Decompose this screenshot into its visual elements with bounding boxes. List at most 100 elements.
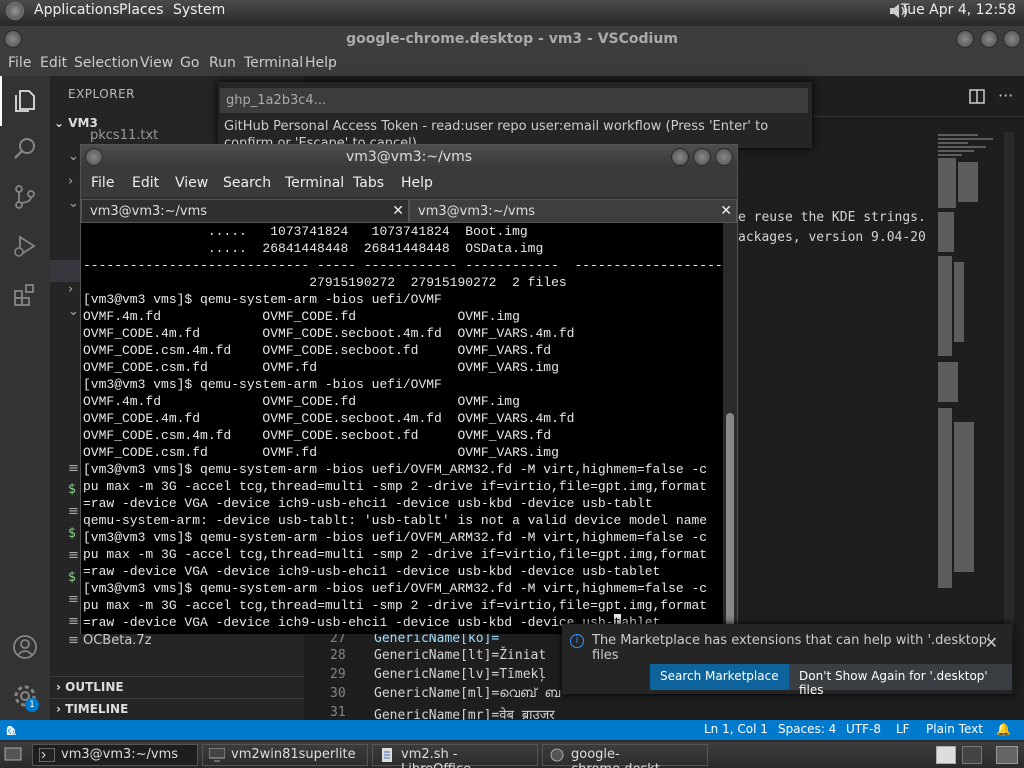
split-editor-icon[interactable] <box>968 88 988 106</box>
maximize-button[interactable] <box>980 30 998 48</box>
notifications-bell-icon[interactable]: 🔔 <box>996 722 1011 736</box>
more-actions-icon[interactable]: ··· <box>998 86 1013 105</box>
term-menu-terminal[interactable]: Terminal <box>285 175 344 191</box>
terminal-menubar: File Edit View Search Terminal Tabs Help <box>81 169 737 197</box>
code-line: GenericName[lv]=Tīmekļ <box>374 667 547 682</box>
search-icon[interactable] <box>12 136 38 162</box>
close-button[interactable] <box>715 148 733 166</box>
chevron-down-icon[interactable]: ⌄ <box>68 149 79 164</box>
applications-menu[interactable]: Applications <box>34 2 120 18</box>
terminal-line: ..... 1073741824 1073741824 Boot.img <box>83 224 528 239</box>
chevron-right-icon[interactable]: › <box>68 282 73 297</box>
language-mode[interactable]: Plain Text <box>926 722 983 736</box>
token-input[interactable] <box>220 88 808 113</box>
close-icon[interactable]: ✕ <box>392 203 404 219</box>
status-bar: ⊗ 0 ⚠ 0 Ln 1, Col 1 Spaces: 4 UTF-8 LF P… <box>0 720 1024 740</box>
window-menu-button[interactable] <box>85 148 103 166</box>
menu-run[interactable]: Run <box>209 55 236 71</box>
end-of-line[interactable]: LF <box>896 722 910 736</box>
terminal-line: OVMF.4m.fd OVMF_CODE.fd OVMF.img <box>83 309 520 324</box>
workspace-2[interactable] <box>962 746 982 764</box>
scrollbar-thumb[interactable] <box>726 413 734 628</box>
menu-go[interactable]: Go <box>180 55 199 71</box>
chevron-down-icon[interactable]: ⌄ <box>68 304 79 319</box>
menu-view[interactable]: View <box>140 55 173 71</box>
search-marketplace-button[interactable]: Search Marketplace <box>650 664 789 690</box>
show-desktop-icon[interactable] <box>4 747 22 763</box>
gnome-foot-icon[interactable] <box>6 2 24 20</box>
menu-file[interactable]: File <box>8 55 31 71</box>
menu-help[interactable]: Help <box>305 55 337 71</box>
menu-terminal[interactable]: Terminal <box>244 55 303 71</box>
task-vscodium[interactable]: google-chrome.deskt... <box>542 744 708 768</box>
trash-icon[interactable] <box>996 746 1018 764</box>
menu-edit[interactable]: Edit <box>40 55 67 71</box>
clock[interactable]: Tue Apr 4, 12:58 <box>901 2 1016 18</box>
outline-section[interactable]: › OUTLINE <box>50 676 304 698</box>
run-debug-icon[interactable] <box>12 233 38 259</box>
terminal-title-bar[interactable]: vm3@vm3:~/vms <box>81 145 737 169</box>
accounts-icon[interactable] <box>12 634 38 660</box>
explorer-icon[interactable] <box>12 88 38 114</box>
cursor-position[interactable]: Ln 1, Col 1 <box>704 722 768 736</box>
indentation[interactable]: Spaces: 4 <box>778 722 836 736</box>
close-icon[interactable]: ✕ <box>720 203 732 219</box>
activity-bar: 1 <box>0 76 50 720</box>
workspace-1[interactable] <box>936 746 956 764</box>
terminal-scrollbar[interactable] <box>723 223 737 634</box>
menu-selection[interactable]: Selection <box>74 55 139 71</box>
terminal-output[interactable]: ..... 1073741824 1073741824 Boot.img ...… <box>81 223 723 634</box>
document-icon <box>382 748 392 762</box>
close-button[interactable] <box>1003 30 1021 48</box>
terminal-line: OVMF_CODE.csm.4m.fd OVMF_CODE.secboot.fd… <box>83 343 552 358</box>
vscodium-menubar: File Edit Selection View Go Run Terminal… <box>0 52 1024 76</box>
prompt-text: =raw -device VGA -device ich9-usb-ehci1 … <box>83 615 614 630</box>
term-menu-tabs[interactable]: Tabs <box>353 175 384 191</box>
settings-badge: 1 <box>25 698 39 712</box>
top-panel: Applications Places System Tue Apr 4, 12… <box>0 0 1024 22</box>
file-item[interactable]: pkcs11.txt <box>90 128 158 143</box>
chevron-right-icon[interactable]: › <box>68 174 73 189</box>
task-vm2win81[interactable]: vm2win81superlite <box>202 744 368 766</box>
info-icon: i <box>570 634 584 648</box>
notification-message: The Marketplace has extensions that can … <box>592 633 991 663</box>
terminal-tab[interactable]: vm3@vm3:~/vms ✕ <box>81 199 409 223</box>
minimap[interactable] <box>936 132 1006 692</box>
terminal-line: ..... 26841448448 26841448448 OSData.img <box>83 241 544 256</box>
terminal-window[interactable]: vm3@vm3:~/vms File Edit View Search Term… <box>80 144 738 634</box>
maximize-button[interactable] <box>693 148 711 166</box>
term-menu-help[interactable]: Help <box>401 175 433 191</box>
term-menu-view[interactable]: View <box>175 175 208 191</box>
chevron-down-icon[interactable]: ⌄ <box>68 196 79 211</box>
task-libreoffice[interactable]: vm2.sh - LibreOffice ... <box>372 744 538 768</box>
timeline-section[interactable]: › TIMELINE <box>50 698 304 720</box>
terminal-line: [vm3@vm3 vms]$ qemu-system-arm -bios uef… <box>83 377 442 392</box>
window-menu-button[interactable] <box>4 30 22 48</box>
tab-label: vm3@vm3:~/vms <box>90 204 208 219</box>
line-number: 31 <box>330 705 346 720</box>
terminal-line: =raw -device VGA -device ich9-usb-ehci1 … <box>83 496 653 511</box>
term-menu-search[interactable]: Search <box>223 175 271 191</box>
file-lines-icon: ≡ <box>68 592 79 607</box>
encoding[interactable]: UTF-8 <box>846 722 881 736</box>
terminal-line: 27915190272 27915190272 2 files <box>83 275 567 290</box>
dont-show-again-button[interactable]: Don't Show Again for '.desktop' files <box>789 664 1012 697</box>
task-label: google-chrome.deskt... <box>571 747 672 768</box>
close-icon[interactable]: ✕ <box>985 633 998 652</box>
editor-line: e reuse the KDE strings. <box>738 210 926 225</box>
shell-file-icon: $ <box>68 570 77 585</box>
minimize-button[interactable] <box>956 30 974 48</box>
extensions-icon[interactable] <box>12 282 38 308</box>
term-menu-file[interactable]: File <box>91 175 114 191</box>
taskbar: vm3@vm3:~/vms vm2win81superlite vm2.sh -… <box>0 742 1024 768</box>
source-control-icon[interactable] <box>12 184 38 210</box>
task-terminal[interactable]: vm3@vm3:~/vms <box>32 744 198 766</box>
minimize-button[interactable] <box>671 148 689 166</box>
system-menu[interactable]: System <box>173 2 225 18</box>
file-item[interactable]: OCBeta.7z <box>83 633 152 648</box>
terminal-line: [vm3@vm3 vms]$ qemu-system-arm -bios uef… <box>83 462 708 477</box>
terminal-tab-active[interactable]: vm3@vm3:~/vms ✕ <box>409 199 737 223</box>
places-menu[interactable]: Places <box>119 2 164 18</box>
term-menu-edit[interactable]: Edit <box>132 175 159 191</box>
file-lines-icon: ≡ <box>68 633 79 648</box>
